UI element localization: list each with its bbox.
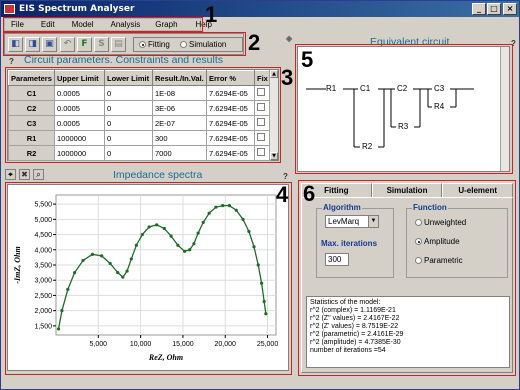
- spectra-panel-title: Impedance spectra: [113, 169, 203, 181]
- app-window: EIS Spectrum Analyser _ □ × File Edit Mo…: [0, 0, 520, 390]
- app-icon: [4, 4, 15, 14]
- maximize-button[interactable]: □: [487, 3, 501, 15]
- minimize-button[interactable]: _: [472, 3, 486, 15]
- zoom-icon[interactable]: ⌕: [33, 169, 44, 180]
- callout-box-5: [295, 44, 513, 174]
- title-bar[interactable]: EIS Spectrum Analyser _ □ ×: [1, 1, 519, 17]
- params-help-icon[interactable]: ?: [9, 57, 17, 66]
- callout-box-3: [5, 67, 281, 163]
- callout-box-2: [3, 32, 246, 56]
- callout-1: 1: [205, 2, 218, 27]
- window-title: EIS Spectrum Analyser: [19, 4, 135, 14]
- clear-chart-icon[interactable]: ✖: [19, 169, 30, 180]
- callout-box-1: [3, 17, 203, 32]
- axes-icon[interactable]: ⌖: [5, 169, 16, 180]
- close-button[interactable]: ×: [503, 3, 517, 15]
- callout-box-4: [5, 182, 292, 375]
- spectra-help-icon[interactable]: ?: [283, 172, 291, 181]
- callout-3: 3: [281, 65, 294, 90]
- callout-box-6: [298, 180, 516, 376]
- callout-2: 2: [248, 30, 261, 55]
- circuit-settings-icon[interactable]: ◈: [286, 34, 294, 43]
